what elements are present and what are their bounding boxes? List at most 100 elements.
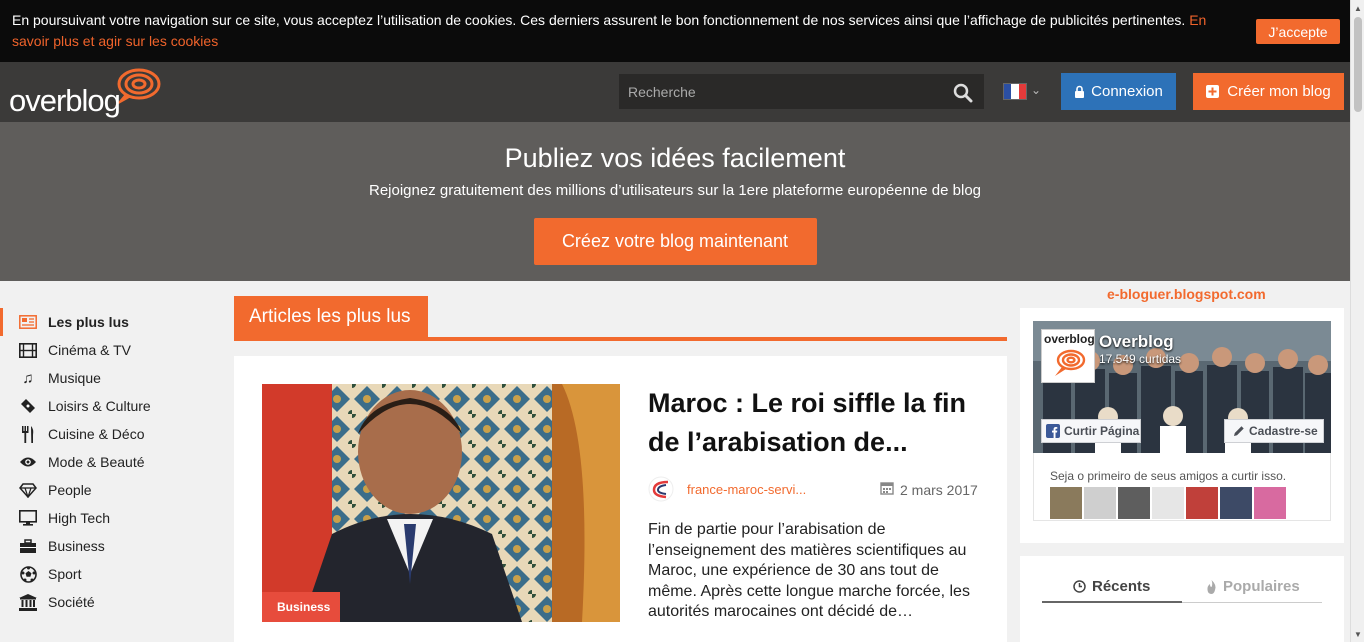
chevron-down-icon[interactable]: ⌄	[1031, 83, 1041, 97]
sidebar-item-label: Cuisine & Déco	[48, 426, 145, 442]
cutlery-icon	[18, 425, 38, 443]
plus-square-icon	[1206, 85, 1220, 98]
connexion-label: Connexion	[1091, 83, 1163, 100]
sidebar-item-cinema-tv[interactable]: Cinéma & TV	[0, 336, 220, 364]
ticket-icon	[18, 397, 38, 415]
facebook-page-widget: overblog Overblog 17.549 curtidas Curtir…	[1020, 308, 1344, 543]
language-flag-icon[interactable]	[1003, 83, 1027, 100]
connexion-button[interactable]: Connexion	[1061, 73, 1176, 110]
article-date: 2 mars 2017	[900, 482, 978, 498]
sidebar-item-people[interactable]: People	[0, 476, 220, 504]
sidebar-item-societe[interactable]: Société	[0, 588, 220, 616]
facebook-like-button[interactable]: Curtir Página	[1041, 419, 1141, 443]
scroll-up-arrow-icon[interactable]: ▲	[1354, 4, 1362, 13]
sidebar-item-label: Cinéma & TV	[48, 342, 131, 358]
search-box	[619, 74, 984, 109]
site-header: overblog ⌄ Connexion Créer mon blog	[0, 62, 1350, 122]
sidebar-item-les-plus-lus[interactable]: Les plus lus	[0, 308, 220, 336]
newspaper-icon	[18, 313, 38, 331]
avatar[interactable]	[1254, 487, 1286, 519]
briefcase-icon	[18, 537, 38, 555]
sidebar-item-sport[interactable]: Sport	[0, 560, 220, 588]
sidebar-item-label: Mode & Beauté	[48, 454, 145, 470]
avatar[interactable]	[1084, 487, 1116, 519]
sidebar-item-musique[interactable]: ♫ Musique	[0, 364, 220, 392]
recent-popular-tabs: Récents Populaires	[1020, 556, 1344, 642]
hero-subtitle: Rejoignez gratuitement des millions d’ut…	[368, 182, 982, 199]
sidebar-item-label: High Tech	[48, 510, 111, 526]
tab-recents-label: Récents	[1092, 578, 1151, 595]
tab-populaires[interactable]: Populaires	[1206, 578, 1300, 595]
tab-populaires-label: Populaires	[1223, 578, 1300, 595]
watermark-text: e-bloguer.blogspot.com	[1107, 286, 1266, 302]
lock-icon	[1075, 85, 1085, 98]
category-badge[interactable]: Business	[262, 592, 340, 622]
sidebar-item-label: Société	[48, 594, 95, 610]
author-link[interactable]: france-maroc-servi...	[687, 482, 806, 497]
sidebar-item-label: Business	[48, 538, 105, 554]
facebook-friends-area: Seja o primeiro de seus amigos a curtir …	[1033, 453, 1331, 521]
sidebar-item-loisirs-culture[interactable]: Loisirs & Culture	[0, 392, 220, 420]
page-scrollbar[interactable]: ▲ ▼	[1350, 0, 1364, 642]
author-logo-icon[interactable]	[648, 476, 674, 502]
music-icon: ♫	[22, 369, 34, 387]
monitor-icon	[18, 509, 38, 527]
tab-active-indicator	[1042, 601, 1182, 603]
diamond-icon	[18, 481, 38, 499]
cookie-accept-button[interactable]: J’accepte	[1256, 19, 1340, 44]
article-image[interactable]: Business	[262, 384, 620, 622]
calendar-icon	[880, 482, 894, 495]
facebook-like-count: 17.549 curtidas	[1099, 352, 1182, 366]
sidebar-item-label: Loisirs & Culture	[48, 398, 151, 414]
facebook-signup-button[interactable]: Cadastre-se	[1224, 419, 1324, 443]
article-photo-illustration	[262, 384, 620, 622]
section-divider	[234, 337, 1007, 341]
facebook-friend-avatars	[1050, 487, 1286, 519]
section-title-tab[interactable]: Articles les plus lus	[234, 296, 428, 340]
avatar[interactable]	[1152, 487, 1184, 519]
category-sidebar: Les plus lus Cinéma & TV ♫ Musique Loisi…	[0, 308, 220, 616]
hero-banner: Publiez vos idées facilement Rejoignez g…	[0, 122, 1350, 281]
article-title[interactable]: Maroc : Le roi siffle la fin de l’arabis…	[648, 384, 988, 462]
sidebar-item-business[interactable]: Business	[0, 532, 220, 560]
logo-swirl-icon	[1055, 349, 1086, 376]
avatar[interactable]	[1186, 487, 1218, 519]
article-card[interactable]: Business Maroc : Le roi siffle la fin de…	[234, 356, 1007, 642]
sidebar-item-label: People	[48, 482, 92, 498]
sidebar-item-label: Sport	[48, 566, 82, 582]
facebook-signup-label: Cadastre-se	[1249, 424, 1318, 438]
search-icon[interactable]	[953, 83, 973, 103]
clock-icon	[1073, 580, 1086, 593]
facebook-page-name[interactable]: Overblog	[1099, 332, 1174, 352]
scrollbar-thumb[interactable]	[1354, 17, 1362, 112]
flame-icon	[1207, 579, 1216, 594]
avatar[interactable]	[1050, 487, 1082, 519]
eye-icon	[18, 453, 38, 471]
hero-title: Publiez vos idées facilement	[504, 143, 846, 173]
create-blog-label: Créer mon blog	[1227, 83, 1331, 100]
scroll-down-arrow-icon[interactable]: ▼	[1354, 630, 1362, 639]
create-blog-button[interactable]: Créer mon blog	[1193, 73, 1344, 110]
facebook-icon	[1046, 424, 1060, 438]
tab-recents[interactable]: Récents	[1073, 578, 1150, 595]
fb-logo-text: overblog	[1044, 332, 1095, 346]
soccer-ball-icon	[18, 565, 38, 583]
facebook-cover-photo[interactable]: overblog Overblog 17.549 curtidas Curtir…	[1033, 321, 1331, 453]
overblog-logo[interactable]: overblog	[9, 64, 169, 120]
facebook-like-label: Curtir Página	[1064, 424, 1140, 438]
sidebar-item-mode-beaute[interactable]: Mode & Beauté	[0, 448, 220, 476]
article-excerpt: Fin de partie pour l’arabisation de l’en…	[648, 521, 970, 620]
pencil-icon	[1234, 426, 1244, 436]
search-input[interactable]	[620, 75, 940, 108]
avatar[interactable]	[1220, 487, 1252, 519]
avatar[interactable]	[1118, 487, 1150, 519]
sidebar-item-label: Les plus lus	[48, 314, 129, 330]
sidebar-item-high-tech[interactable]: High Tech	[0, 504, 220, 532]
hero-create-blog-button[interactable]: Créez votre blog maintenant	[533, 218, 817, 265]
facebook-page-logo[interactable]: overblog	[1041, 329, 1095, 383]
cookie-banner: En poursuivant votre navigation sur ce s…	[0, 0, 1350, 62]
logo-text: overblog	[9, 83, 121, 118]
cookie-text: En poursuivant votre navigation sur ce s…	[12, 12, 1190, 28]
film-icon	[18, 341, 38, 359]
sidebar-item-cuisine-deco[interactable]: Cuisine & Déco	[0, 420, 220, 448]
